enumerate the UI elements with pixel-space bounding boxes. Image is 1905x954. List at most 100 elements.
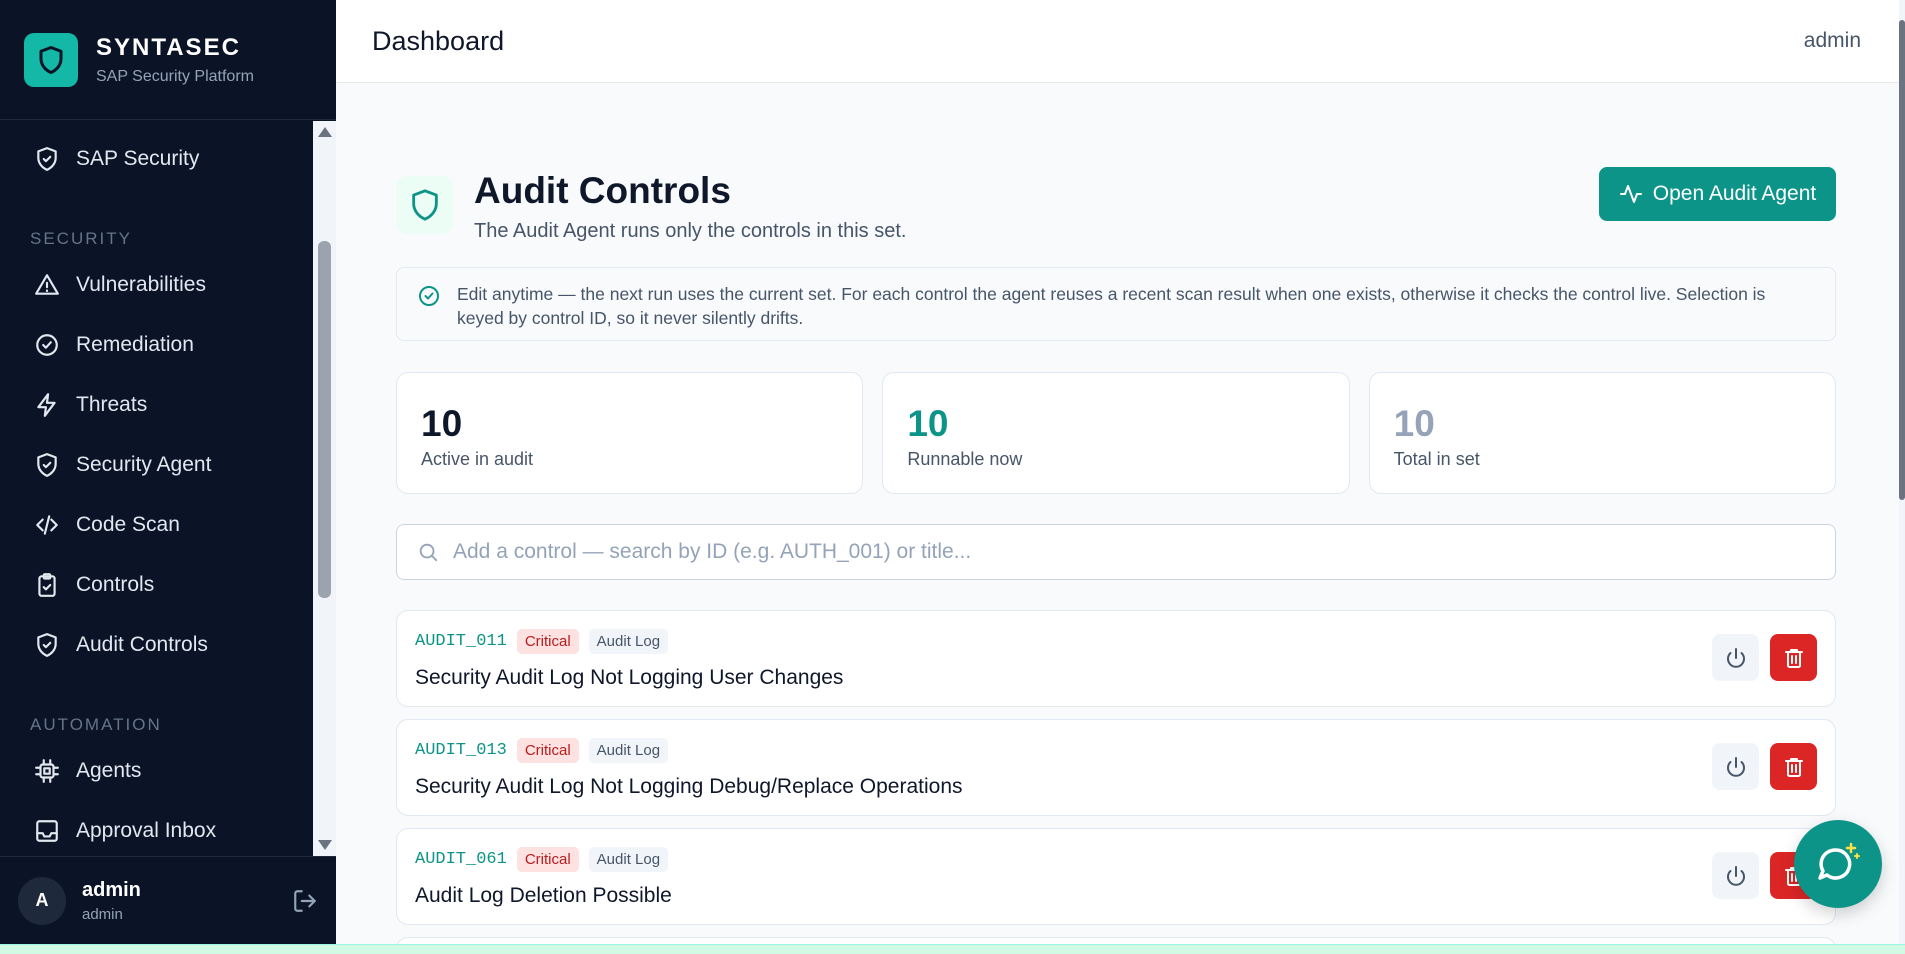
toggle-control-button[interactable]	[1712, 634, 1759, 681]
user-footer: A admin admin	[0, 856, 336, 944]
cpu-icon	[35, 759, 59, 783]
control-title: Audit Log Deletion Possible	[415, 884, 672, 907]
brand-logo-icon	[24, 32, 78, 87]
sidebar-section-security: SECURITY	[30, 229, 132, 248]
sidebar-item-label: Audit Controls	[76, 633, 208, 656]
delete-control-button[interactable]	[1770, 634, 1817, 681]
search-icon	[419, 543, 438, 562]
warning-triangle-icon	[35, 274, 59, 295]
sidebar-item-label: Controls	[76, 573, 155, 596]
stat-card-active: 10 Active in audit	[396, 372, 864, 494]
user-name: admin	[82, 878, 141, 901]
trash-icon	[1784, 648, 1803, 668]
sidebar-item-label: Security Agent	[76, 453, 212, 476]
check-circle-icon	[36, 334, 58, 356]
severity-badge: Critical	[516, 629, 579, 654]
control-title: Security Audit Log Not Logging User Chan…	[415, 666, 844, 689]
sidebar-item-audit-controls[interactable]: Audit Controls	[0, 615, 313, 675]
list-item[interactable]: AUDIT_011 Critical Audit Log Security Au…	[396, 610, 1836, 707]
sidebar-item-agents[interactable]: Agents	[0, 741, 313, 801]
sidebar-item-label: Threats	[76, 393, 148, 416]
chat-assistant-button[interactable]	[1794, 820, 1882, 908]
trash-icon	[1784, 757, 1803, 777]
brand-subtitle: SAP Security Platform	[96, 67, 254, 85]
control-id: AUDIT_013	[415, 741, 507, 760]
list-item[interactable]: AUDIT_013 Critical Audit Log Security Au…	[396, 719, 1836, 816]
sidebar-item-remediation[interactable]: Remediation	[0, 315, 313, 375]
audit-controls-heading: Audit Controls	[474, 170, 731, 211]
activity-icon	[1619, 185, 1642, 203]
stat-value: 10	[421, 403, 463, 444]
category-badge: Audit Log	[588, 738, 669, 763]
sidebar-item-code-scan[interactable]: Code Scan	[0, 495, 313, 555]
page-hero: Audit Controls The Audit Agent runs only…	[396, 140, 1836, 255]
user-role: admin	[82, 905, 123, 923]
control-id: AUDIT_011	[415, 632, 507, 651]
stat-value: 10	[907, 403, 949, 444]
sidebar-item-sap-security[interactable]: SAP Security	[0, 129, 313, 189]
open-audit-agent-label: Open Audit Agent	[1652, 182, 1817, 205]
code-icon	[36, 515, 58, 535]
sidebar-item-controls[interactable]: Controls	[0, 555, 313, 615]
sidebar-item-threats[interactable]: Threats	[0, 375, 313, 435]
shield-icon	[396, 176, 454, 234]
chat-sparkle-icon	[1818, 842, 1860, 880]
sidebar-nav: SAP Security SECURITY Vulnerabilities Re…	[0, 121, 313, 856]
sidebar-item-label: Agents	[76, 759, 142, 782]
sidebar-scrollbar[interactable]	[313, 121, 336, 856]
audit-controls-subtitle: The Audit Agent runs only the controls i…	[474, 220, 907, 242]
control-search[interactable]	[396, 524, 1836, 580]
control-title: Security Audit Log Not Logging Debug/Rep…	[415, 775, 963, 798]
shield-check-icon	[37, 453, 57, 477]
stat-value: 10	[1393, 403, 1435, 444]
stat-label: Total in set	[1393, 449, 1480, 469]
control-id: AUDIT_061	[415, 850, 507, 869]
stat-label: Runnable now	[907, 449, 1023, 469]
sidebar-section-automation: AUTOMATION	[30, 715, 162, 734]
page-title: Dashboard	[372, 25, 505, 56]
sidebar-item-approval-inbox[interactable]: Approval Inbox	[0, 801, 313, 856]
category-badge: Audit Log	[588, 847, 669, 872]
info-notice: Edit anytime — the next run uses the cur…	[396, 267, 1836, 341]
toggle-control-button[interactable]	[1712, 743, 1759, 790]
sidebar: SYNTASEC SAP Security Platform SAP Secur…	[0, 0, 336, 944]
avatar[interactable]: A	[18, 876, 66, 925]
sidebar-scrollbar-thumb[interactable]	[318, 241, 331, 598]
controls-list: AUDIT_011 Critical Audit Log Security Au…	[396, 610, 1836, 954]
power-icon	[1726, 647, 1745, 668]
sidebar-item-label: Vulnerabilities	[76, 273, 206, 296]
category-badge: Audit Log	[588, 629, 669, 654]
search-input[interactable]	[453, 540, 1815, 564]
stats-row: 10 Active in audit 10 Runnable now 10 To…	[396, 372, 1836, 494]
sidebar-item-label: Remediation	[76, 333, 194, 356]
severity-badge: Critical	[516, 847, 579, 872]
main-content: Audit Controls The Audit Agent runs only…	[396, 140, 1836, 954]
bottom-edge	[0, 944, 1905, 954]
check-circle-icon	[419, 286, 439, 306]
scroll-up-arrow-icon[interactable]	[318, 127, 332, 137]
sidebar-item-security-agent[interactable]: Security Agent	[0, 435, 313, 495]
power-icon	[1726, 756, 1745, 777]
brand[interactable]: SYNTASEC SAP Security Platform	[0, 0, 336, 120]
shield-check-icon	[37, 633, 57, 657]
header-user[interactable]: admin	[1804, 29, 1861, 53]
toggle-control-button[interactable]	[1712, 852, 1759, 899]
sidebar-item-label: SAP Security	[76, 147, 200, 170]
sidebar-item-label: Code Scan	[76, 513, 180, 536]
severity-badge: Critical	[516, 738, 579, 763]
list-item[interactable]: AUDIT_061 Critical Audit Log Audit Log D…	[396, 828, 1836, 925]
notice-text: Edit anytime — the next run uses the cur…	[457, 284, 1766, 328]
page-scrollbar-thumb[interactable]	[1899, 20, 1905, 500]
scroll-down-arrow-icon[interactable]	[318, 840, 332, 850]
stat-label: Active in audit	[421, 449, 534, 469]
brand-name: SYNTASEC	[96, 33, 241, 61]
open-audit-agent-button[interactable]: Open Audit Agent	[1599, 167, 1836, 221]
stat-card-runnable: 10 Runnable now	[882, 372, 1350, 494]
delete-control-button[interactable]	[1770, 743, 1817, 790]
clipboard-check-icon	[38, 573, 56, 597]
logout-icon[interactable]	[292, 888, 318, 914]
top-header: Dashboard admin	[336, 0, 1899, 83]
shield-check-icon	[37, 147, 57, 171]
sidebar-item-label: Approval Inbox	[76, 819, 217, 842]
sidebar-item-vulnerabilities[interactable]: Vulnerabilities	[0, 255, 313, 315]
